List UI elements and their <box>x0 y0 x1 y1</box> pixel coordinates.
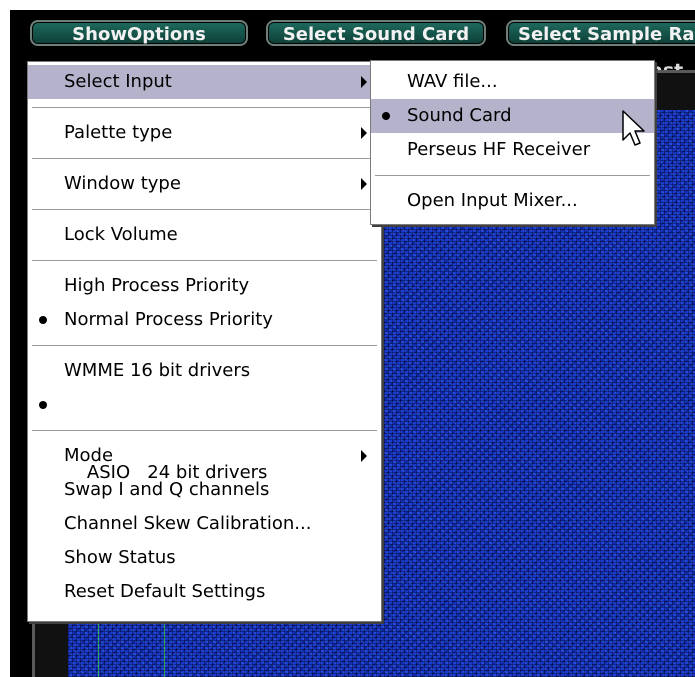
menu-item-show-status[interactable]: Show Status <box>28 541 381 575</box>
mouse-pointer-icon <box>622 110 645 146</box>
menu-separator <box>32 260 377 261</box>
menu-item-label: Channel Skew Calibration... <box>64 513 312 534</box>
menu-item-label: Window type <box>64 173 181 194</box>
select-sample-rate-button[interactable]: Select Sample Ra <box>506 20 695 46</box>
select-sound-card-button[interactable]: Select Sound Card <box>266 20 486 46</box>
menu-item-lock-volume[interactable]: Lock Volume <box>28 218 381 252</box>
select-input-submenu: WAV file... Sound Card Perseus HF Receiv… <box>370 60 655 225</box>
menu-item-label: Select Input <box>64 71 172 92</box>
menu-item-label: Open Input Mixer... <box>407 190 578 211</box>
show-options-button[interactable]: ShowOptions <box>30 20 248 46</box>
menu-item-window-type[interactable]: Window type <box>28 167 381 201</box>
submenu-item-sound-card[interactable]: Sound Card <box>371 99 654 133</box>
menu-item-label: Swap I and Q channels <box>64 479 270 500</box>
menu-item-skew-calibration[interactable]: Channel Skew Calibration... <box>28 507 381 541</box>
submenu-item-wav-file[interactable]: WAV file... <box>371 65 654 99</box>
menu-item-asio[interactable]: ASIO 24 bit drivers <box>28 388 381 483</box>
menu-item-swap-iq[interactable]: Swap I and Q channels <box>28 473 381 507</box>
menu-item-wmme[interactable]: WMME 16 bit drivers <box>28 354 381 388</box>
submenu-arrow-icon <box>361 127 367 139</box>
menu-item-normal-priority[interactable]: Normal Process Priority <box>28 303 381 337</box>
menu-separator <box>32 345 377 346</box>
menu-item-label: Normal Process Priority <box>64 309 273 330</box>
menu-item-label: WAV file... <box>407 71 498 92</box>
menu-item-palette-type[interactable]: Palette type <box>28 116 381 150</box>
menu-separator <box>32 209 377 210</box>
submenu-arrow-icon <box>361 178 367 190</box>
menu-item-label: Show Status <box>64 547 176 568</box>
menu-item-select-input[interactable]: Select Input <box>28 65 381 99</box>
menu-item-label: High Process Priority <box>64 275 250 296</box>
menu-item-label: Sound Card <box>407 105 512 126</box>
menu-item-high-priority[interactable]: High Process Priority <box>28 269 381 303</box>
radio-bullet-icon <box>39 401 47 409</box>
radio-bullet-icon <box>382 112 390 120</box>
menu-separator <box>32 158 377 159</box>
menu-item-label: WMME 16 bit drivers <box>64 360 251 381</box>
menu-separator <box>32 107 377 108</box>
menu-item-label: Palette type <box>64 122 173 143</box>
submenu-item-open-mixer[interactable]: Open Input Mixer... <box>371 184 654 218</box>
menu-item-label: Perseus HF Receiver <box>407 139 591 160</box>
menu-item-mode[interactable]: Mode <box>28 439 381 473</box>
radio-bullet-icon <box>39 316 47 324</box>
menu-item-reset-defaults[interactable]: Reset Default Settings <box>28 575 381 609</box>
menu-item-label: Reset Default Settings <box>64 581 266 602</box>
menu-item-label: Lock Volume <box>64 224 178 245</box>
submenu-arrow-icon <box>361 450 367 462</box>
submenu-item-perseus[interactable]: Perseus HF Receiver <box>371 133 654 167</box>
menu-separator <box>375 175 650 176</box>
options-menu: Select Input Palette type Window type Lo… <box>27 61 382 622</box>
submenu-arrow-icon <box>361 76 367 88</box>
menu-item-label: Mode <box>64 445 114 466</box>
